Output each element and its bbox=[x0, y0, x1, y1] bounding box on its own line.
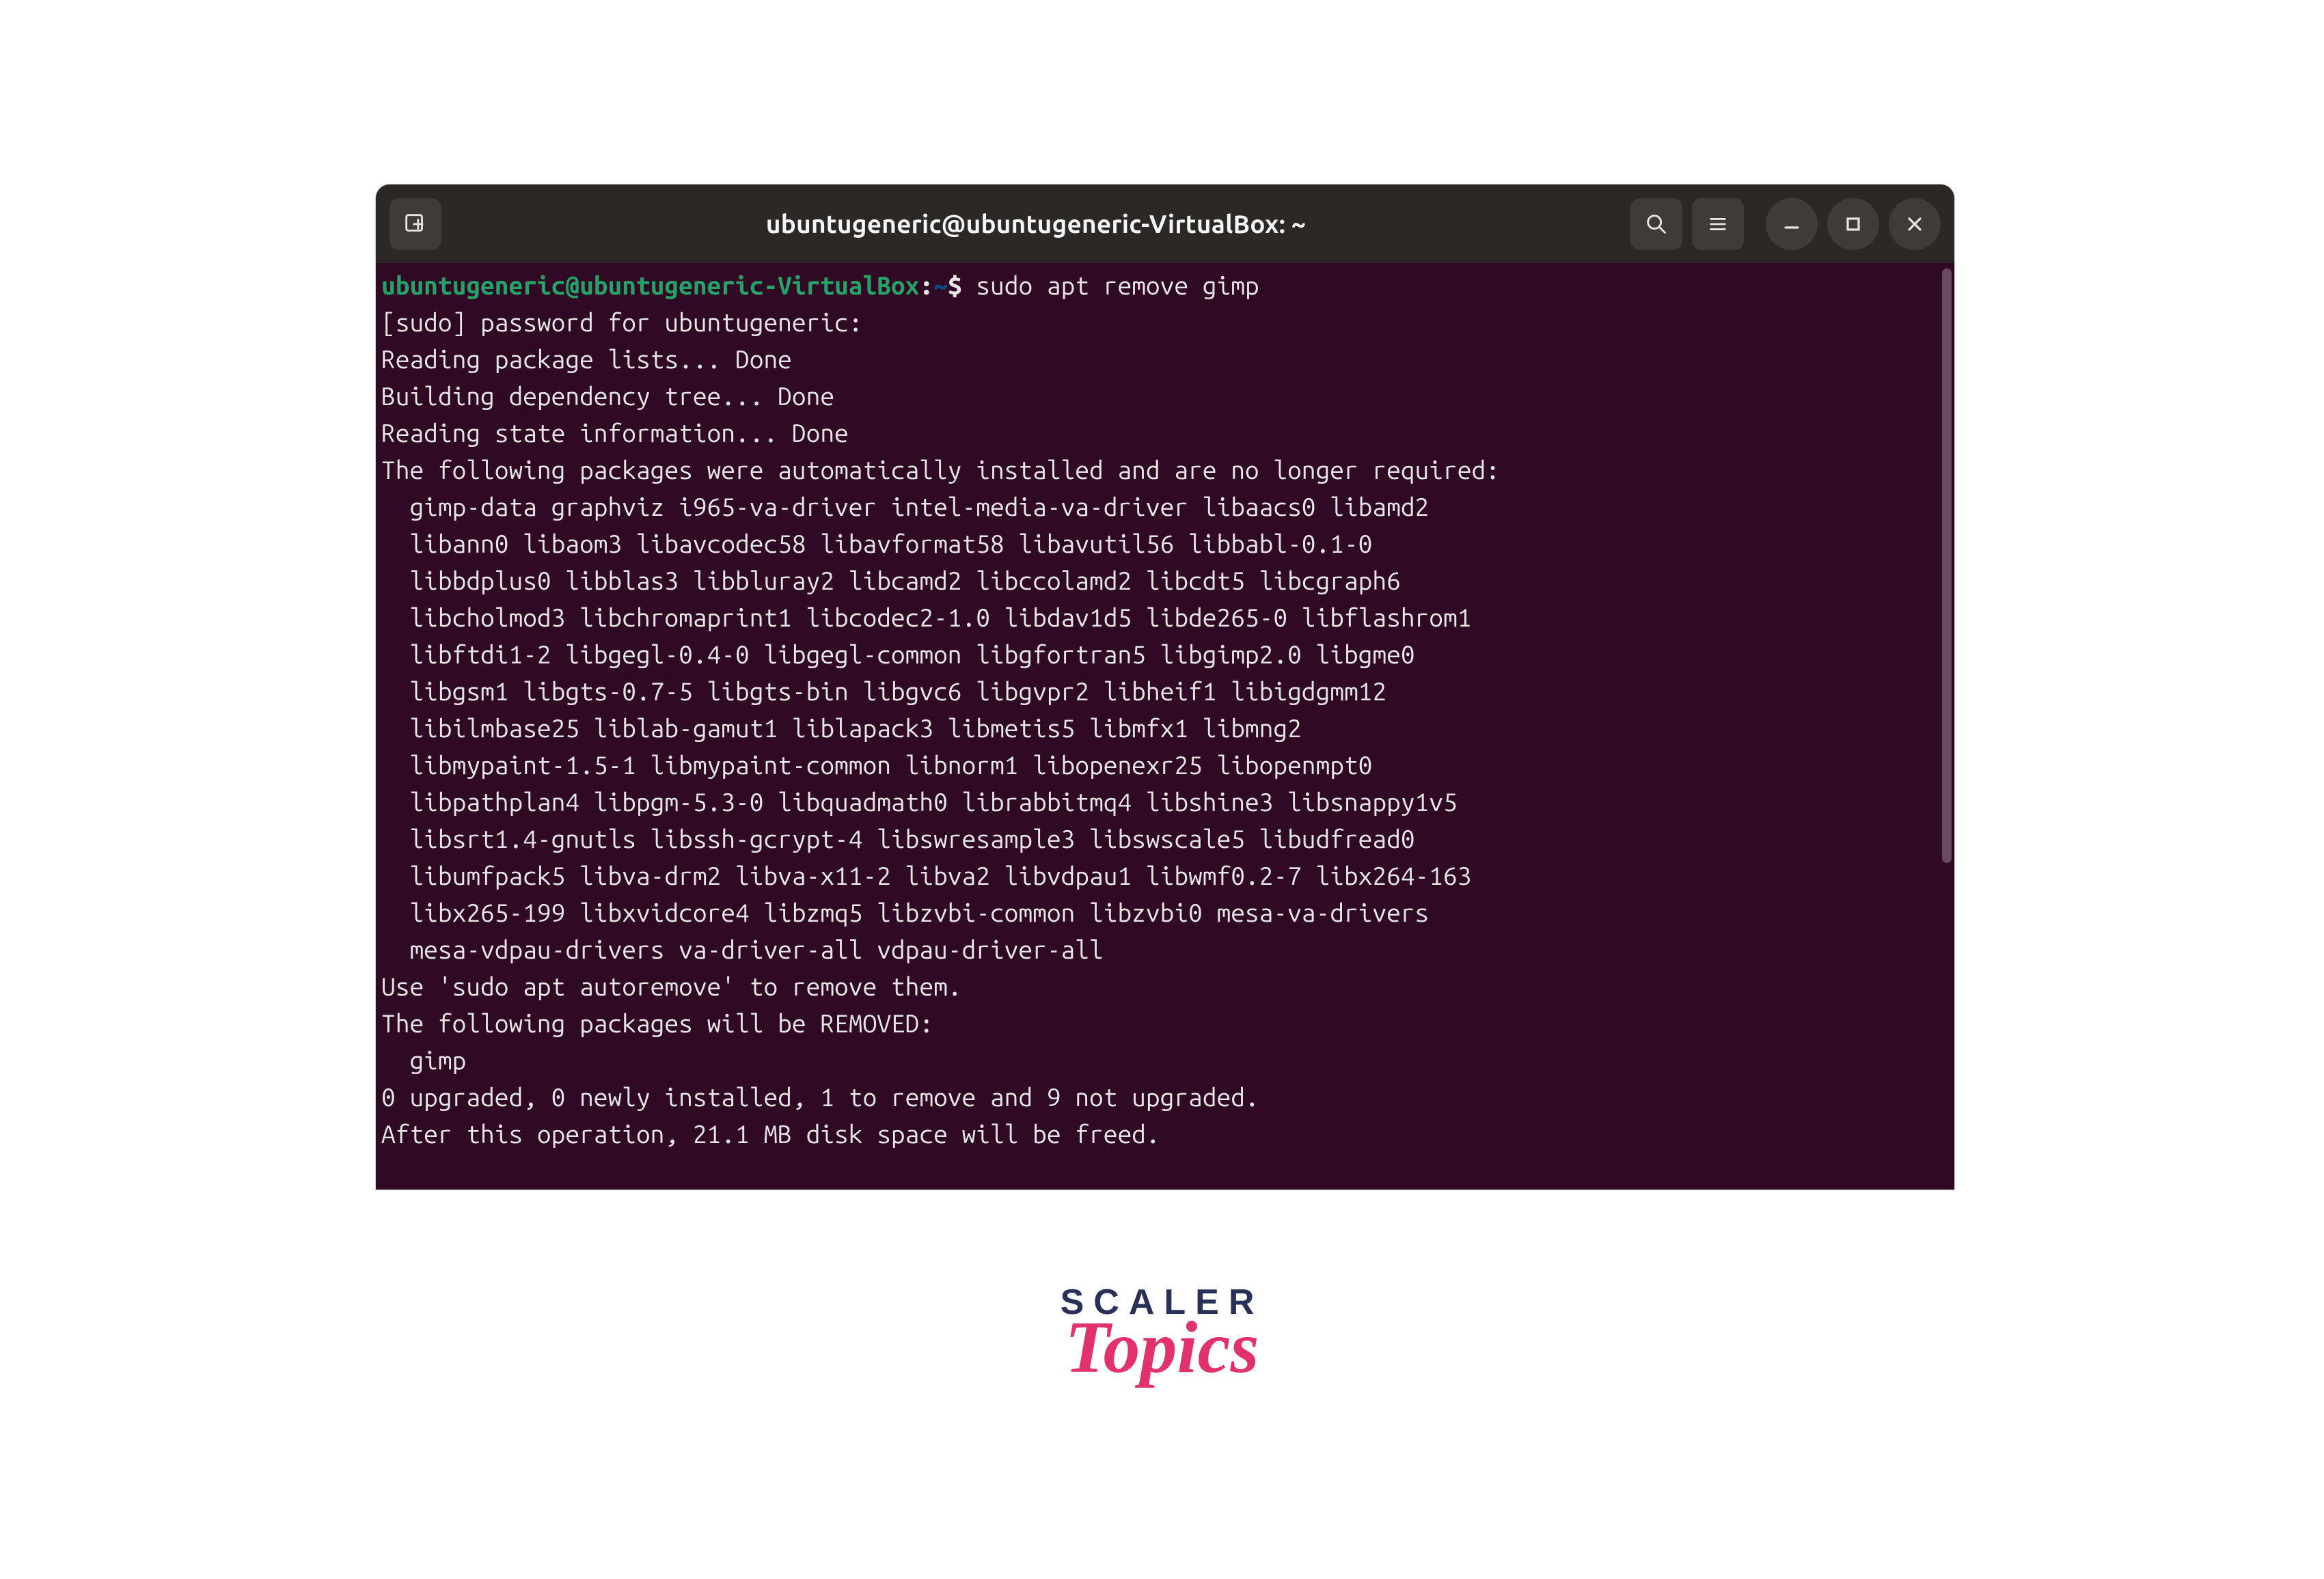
titlebar: ubuntugeneric@ubuntugeneric-VirtualBox: … bbox=[376, 184, 1954, 263]
out-line: The following packages will be REMOVED: bbox=[381, 1009, 933, 1037]
out-line: The following packages were automaticall… bbox=[381, 456, 1500, 484]
prompt-user-host: ubuntugeneric@ubuntugeneric-VirtualBox bbox=[381, 271, 919, 299]
out-line: gimp bbox=[381, 1046, 466, 1074]
out-line: Reading package lists... Done bbox=[381, 345, 792, 373]
out-line: libumfpack5 libva-drm2 libva-x11-2 libva… bbox=[381, 862, 1471, 890]
out-line: libbdplus0 libblas3 libbluray2 libcamd2 … bbox=[381, 566, 1401, 594]
close-icon bbox=[1904, 214, 1925, 234]
new-tab-button[interactable] bbox=[389, 198, 441, 250]
prompt-path: ~ bbox=[933, 271, 948, 299]
out-line: libmypaint-1.5-1 libmypaint-common libno… bbox=[381, 751, 1372, 779]
out-line: Use 'sudo apt autoremove' to remove them… bbox=[381, 972, 962, 1000]
out-line: mesa-vdpau-drivers va-driver-all vdpau-d… bbox=[381, 935, 1104, 963]
out-line: [sudo] password for ubuntugeneric: bbox=[381, 308, 862, 336]
terminal-output[interactable]: ubuntugeneric@ubuntugeneric-VirtualBox:~… bbox=[376, 263, 1954, 1190]
prompt-dollar: $ bbox=[948, 271, 976, 299]
out-line: libx265-199 libxvidcore4 libzmq5 libzvbi… bbox=[381, 898, 1429, 926]
search-icon bbox=[1643, 211, 1669, 237]
hamburger-icon bbox=[1705, 211, 1731, 237]
out-line: Reading state information... Done bbox=[381, 419, 849, 447]
watermark: SCALER Topics bbox=[1061, 1285, 1264, 1392]
out-line: Building dependency tree... Done bbox=[381, 382, 834, 410]
out-line: 0 upgraded, 0 newly installed, 1 to remo… bbox=[381, 1083, 1259, 1111]
search-button[interactable] bbox=[1630, 198, 1682, 250]
close-button[interactable] bbox=[1889, 198, 1941, 250]
out-line: libsrt1.4-gnutls libssh-gcrypt-4 libswre… bbox=[381, 825, 1415, 853]
out-line: After this operation, 21.1 MB disk space… bbox=[381, 1120, 1160, 1148]
menu-button[interactable] bbox=[1692, 198, 1744, 250]
watermark-bottom: Topics bbox=[1061, 1315, 1264, 1392]
window-title: ubuntugeneric@ubuntugeneric-VirtualBox: … bbox=[451, 210, 1621, 238]
minimize-icon bbox=[1781, 214, 1802, 234]
out-line: libcholmod3 libchromaprint1 libcodec2-1.… bbox=[381, 603, 1471, 631]
minimize-button[interactable] bbox=[1766, 198, 1818, 250]
maximize-button[interactable] bbox=[1827, 198, 1879, 250]
scrollbar-thumb[interactable] bbox=[1942, 269, 1952, 863]
terminal-window: ubuntugeneric@ubuntugeneric-VirtualBox: … bbox=[376, 184, 1954, 1190]
out-line: libpathplan4 libpgm-5.3-0 libquadmath0 l… bbox=[381, 788, 1458, 816]
new-tab-icon bbox=[402, 211, 428, 237]
out-line: libftdi1-2 libgegl-0.4-0 libgegl-common … bbox=[381, 640, 1415, 668]
prompt-colon: : bbox=[919, 271, 933, 299]
out-line: libgsm1 libgts-0.7-5 libgts-bin libgvc6 … bbox=[381, 677, 1386, 705]
out-line: libann0 libaom3 libavcodec58 libavformat… bbox=[381, 530, 1372, 558]
maximize-icon bbox=[1843, 214, 1863, 234]
out-line: libilmbase25 liblab-gamut1 liblapack3 li… bbox=[381, 714, 1302, 742]
command-text: sudo apt remove gimp bbox=[976, 271, 1259, 299]
out-line: gimp-data graphviz i965-va-driver intel-… bbox=[381, 493, 1429, 521]
